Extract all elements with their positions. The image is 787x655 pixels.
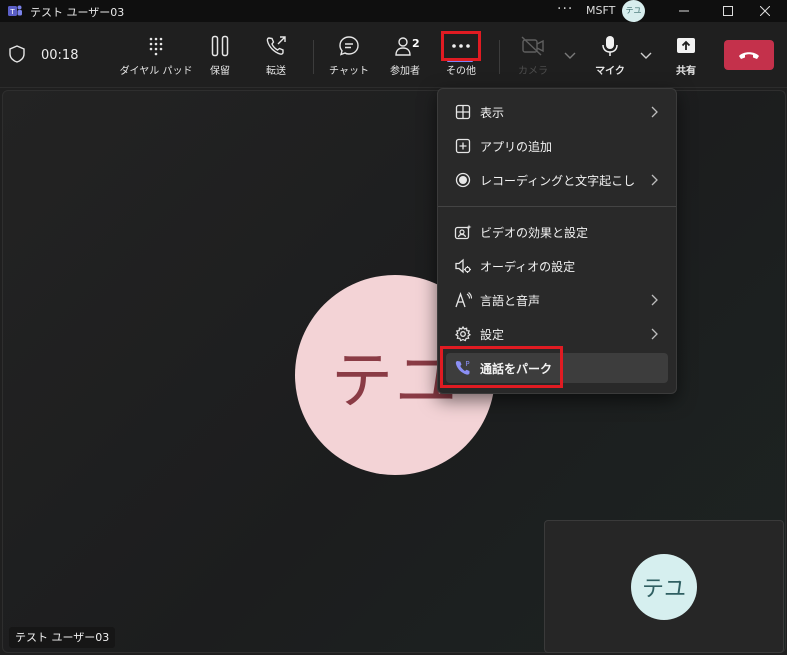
camera-button[interactable]: カメラ xyxy=(498,34,568,82)
hang-up-icon xyxy=(739,52,759,59)
video-effects-icon xyxy=(454,223,472,241)
org-name: MSFT xyxy=(586,4,616,17)
menu-item-label: 言語と音声 xyxy=(480,293,541,308)
minimize-icon xyxy=(679,10,689,12)
teams-logo-icon: T xyxy=(8,5,22,16)
participant-count-badge: 2 xyxy=(412,37,420,50)
language-icon xyxy=(454,291,472,309)
more-button-highlight xyxy=(441,31,481,61)
menu-item-add-app[interactable]: アプリの追加 xyxy=(446,131,668,161)
menu-item-label: オーディオの設定 xyxy=(480,259,576,274)
chat-icon xyxy=(337,34,361,58)
chevron-right-icon xyxy=(651,294,658,306)
minimize-button[interactable] xyxy=(662,0,706,22)
close-button[interactable] xyxy=(743,0,787,22)
menu-item-recording[interactable]: レコーディングと文字起こし xyxy=(446,165,668,195)
menu-item-label: アプリの追加 xyxy=(480,139,553,154)
transfer-button[interactable]: 転送 xyxy=(241,34,311,82)
record-icon xyxy=(454,171,472,189)
menu-item-language[interactable]: 言語と音声 xyxy=(446,285,668,315)
add-app-icon xyxy=(454,137,472,155)
speaker-settings-icon xyxy=(454,257,472,275)
chevron-right-icon xyxy=(651,174,658,186)
menu-item-label: ビデオの効果と設定 xyxy=(480,225,589,240)
hold-label: 保留 xyxy=(210,66,230,77)
share-screen-icon xyxy=(674,34,698,58)
chat-label: チャット xyxy=(329,66,369,77)
pause-icon xyxy=(208,34,232,58)
chevron-right-icon xyxy=(651,106,658,118)
menu-item-label: レコーディングと文字起こし xyxy=(480,173,636,188)
window-title: テスト ユーザー03 xyxy=(30,6,125,19)
call-transfer-icon xyxy=(264,34,288,58)
svg-text:T: T xyxy=(9,8,15,16)
call-toolbar: 00:18 ダイヤル パッド 保留 転送 チャット 参加者 2 その他 カメラ … xyxy=(0,22,787,88)
menu-divider xyxy=(438,206,676,207)
transfer-label: 転送 xyxy=(266,66,286,77)
close-icon xyxy=(760,6,770,16)
gear-icon xyxy=(454,325,472,343)
mic-label: マイク xyxy=(595,66,625,77)
menu-item-view[interactable]: 表示 xyxy=(446,97,668,127)
microphone-icon xyxy=(598,34,622,58)
more-options-icon[interactable]: ··· xyxy=(557,1,573,17)
more-label: その他 xyxy=(446,66,476,77)
participants-label: 参加者 xyxy=(390,66,420,77)
grid-icon xyxy=(454,103,472,121)
account-avatar[interactable]: テユ xyxy=(622,0,645,22)
share-label: 共有 xyxy=(676,66,696,77)
shield-icon xyxy=(9,45,25,63)
park-call-highlight xyxy=(440,346,563,388)
end-call-button[interactable] xyxy=(724,40,774,70)
chevron-right-icon xyxy=(651,328,658,340)
self-avatar: テユ xyxy=(631,554,697,620)
menu-item-video-effects[interactable]: ビデオの効果と設定 xyxy=(446,217,668,247)
menu-item-label: 設定 xyxy=(480,327,505,342)
menu-item-audio-settings[interactable]: オーディオの設定 xyxy=(446,251,668,281)
maximize-icon xyxy=(723,6,733,16)
menu-item-label: 表示 xyxy=(480,105,505,120)
dialpad-icon xyxy=(144,34,168,58)
dialpad-label: ダイヤル パッド xyxy=(119,66,193,77)
self-view-tile: テユ xyxy=(544,520,784,653)
camera-off-icon xyxy=(521,34,545,58)
mic-button[interactable]: マイク xyxy=(575,34,645,82)
dialpad-button[interactable]: ダイヤル パッド xyxy=(119,34,193,82)
share-button[interactable]: 共有 xyxy=(651,34,721,82)
camera-label: カメラ xyxy=(518,66,548,77)
call-timer: 00:18 xyxy=(41,48,79,63)
menu-item-settings[interactable]: 設定 xyxy=(446,319,668,349)
participant-name-tag: テスト ユーザー03 xyxy=(9,627,116,648)
title-bar: T テスト ユーザー03 ··· MSFT テユ xyxy=(0,0,787,22)
